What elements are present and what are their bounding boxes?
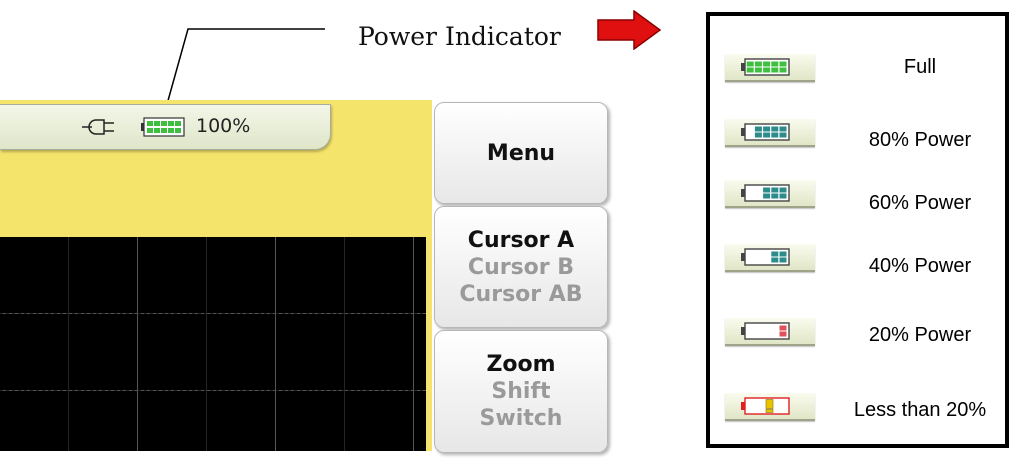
legend-label: 80% Power bbox=[868, 129, 972, 151]
legend-label: Full bbox=[903, 56, 937, 78]
battery-cell bbox=[754, 126, 762, 132]
battery-cell bbox=[746, 67, 754, 73]
zoom-option-shift: Shift bbox=[491, 379, 551, 404]
zoom-select-button[interactable]: Zoom Shift Switch bbox=[434, 330, 608, 453]
legend-label: 20% Power bbox=[868, 324, 972, 346]
battery-cell bbox=[779, 187, 787, 193]
legend-item-40: 40% Power bbox=[710, 239, 1005, 289]
battery-percent: 100% bbox=[196, 115, 251, 137]
menu-button[interactable]: Menu bbox=[434, 102, 608, 204]
battery-cell bbox=[779, 67, 787, 73]
cursor-option-a: Cursor A bbox=[467, 227, 575, 253]
battery-cell bbox=[779, 257, 787, 263]
battery-cell bbox=[754, 132, 762, 138]
ac-plug-icon bbox=[82, 119, 114, 135]
battery-low-warning-icon bbox=[741, 397, 790, 415]
battery-cell bbox=[779, 132, 787, 138]
red-arrow-icon bbox=[597, 10, 662, 50]
battery-20-icon bbox=[741, 322, 790, 340]
battery-40-icon bbox=[741, 248, 790, 266]
battery-full-icon bbox=[741, 58, 790, 76]
battery-cell bbox=[779, 331, 787, 337]
battery-full-icon bbox=[141, 117, 185, 137]
battery-cell bbox=[771, 187, 779, 193]
battery-cell bbox=[771, 132, 779, 138]
cursor-select-button[interactable]: Cursor A Cursor B Cursor AB bbox=[434, 206, 608, 328]
legend-label: Less than 20% bbox=[853, 399, 987, 421]
legend-item-80: 80% Power bbox=[710, 113, 1005, 163]
battery-cell bbox=[763, 132, 771, 138]
menu-button-label: Menu bbox=[486, 140, 556, 166]
legend-item-60: 60% Power bbox=[710, 176, 1005, 226]
status-bar: 100% bbox=[0, 104, 331, 150]
battery-cell bbox=[779, 61, 787, 67]
zoom-option-switch: Switch bbox=[479, 406, 563, 431]
battery-cell bbox=[754, 61, 762, 67]
battery-cell bbox=[779, 126, 787, 132]
waveform-display bbox=[0, 237, 426, 451]
legend-item-low: Less than 20% bbox=[710, 389, 1005, 439]
battery-cell bbox=[779, 251, 787, 257]
battery-cell bbox=[763, 187, 771, 193]
legend-label: 40% Power bbox=[868, 255, 972, 277]
battery-cell bbox=[763, 126, 771, 132]
battery-cell bbox=[754, 67, 762, 73]
legend-label: 60% Power bbox=[868, 192, 972, 214]
battery-cell bbox=[763, 193, 771, 199]
battery-cell bbox=[779, 193, 787, 199]
battery-cell bbox=[771, 251, 779, 257]
battery-cell bbox=[771, 126, 779, 132]
battery-80-icon bbox=[741, 123, 790, 141]
legend-item-full: Full bbox=[710, 46, 1005, 96]
battery-cell bbox=[771, 67, 779, 73]
battery-cell bbox=[779, 325, 787, 331]
cursor-option-b: Cursor B bbox=[467, 254, 575, 280]
cursor-option-ab: Cursor AB bbox=[459, 281, 583, 307]
warning-mark bbox=[765, 399, 774, 413]
battery-cell bbox=[771, 193, 779, 199]
battery-cell bbox=[763, 61, 771, 67]
scope-figure: Power Indicator 100% Menu Cursor A Curso… bbox=[0, 0, 1026, 461]
battery-legend: Full 80% Power 60% Power 40% Power 20% P… bbox=[706, 12, 1009, 448]
battery-cell bbox=[763, 67, 771, 73]
callout-label: Power Indicator bbox=[358, 22, 561, 51]
battery-cell bbox=[746, 61, 754, 67]
battery-cell bbox=[771, 61, 779, 67]
battery-cell bbox=[771, 257, 779, 263]
zoom-option-zoom: Zoom bbox=[486, 352, 556, 377]
battery-60-icon bbox=[741, 184, 790, 202]
legend-item-20: 20% Power bbox=[710, 316, 1005, 366]
